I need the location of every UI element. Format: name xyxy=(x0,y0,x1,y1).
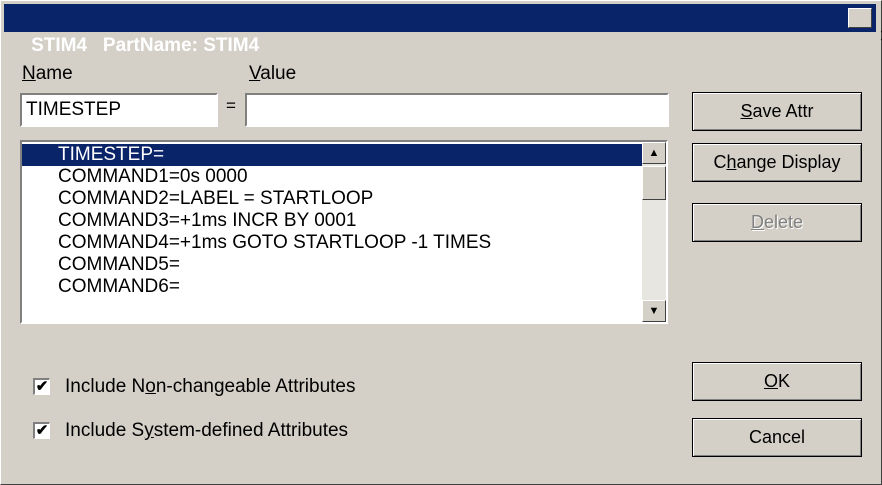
save-attr-button[interactable]: Save Attr xyxy=(692,92,862,131)
list-item[interactable]: COMMAND3=+1ms INCR BY 0001 xyxy=(22,210,642,232)
attributes-dialog: STIM4 PartName: STIM4 ✕ Name Value = TIM… xyxy=(0,0,882,485)
list-item[interactable]: COMMAND5= xyxy=(22,254,642,276)
ok-button[interactable]: OK xyxy=(692,362,862,401)
list-item[interactable]: COMMAND1=0s 0000 xyxy=(22,166,642,188)
list-item[interactable]: COMMAND4=+1ms GOTO STARTLOOP -1 TIMES xyxy=(22,232,642,254)
equals-sign: = xyxy=(226,96,236,115)
list-scrollbar[interactable]: ▲ ▼ xyxy=(642,142,666,322)
name-label: Name xyxy=(22,63,73,84)
attribute-list[interactable]: TIMESTEP= COMMAND1=0s 0000 COMMAND2=LABEL … xyxy=(20,140,668,324)
cancel-button[interactable]: Cancel xyxy=(692,418,862,457)
list-item[interactable]: COMMAND6= xyxy=(22,276,642,298)
change-display-button[interactable]: Change Display xyxy=(692,143,862,182)
close-button[interactable]: ✕ xyxy=(848,8,882,45)
non-changeable-checkbox[interactable]: ✔ xyxy=(33,378,50,395)
scroll-up-button[interactable]: ▲ xyxy=(642,142,666,164)
checkmark-icon: ✔ xyxy=(35,422,49,439)
scroll-down-button[interactable]: ▼ xyxy=(642,300,666,322)
delete-button[interactable]: Delete xyxy=(692,203,862,242)
system-defined-label[interactable]: Include System-defined Attributes xyxy=(65,420,348,442)
value-input[interactable] xyxy=(245,93,669,127)
window-title: STIM4 PartName: STIM4 xyxy=(31,35,260,56)
arrow-down-icon: ▼ xyxy=(648,305,660,317)
title-bar[interactable]: STIM4 PartName: STIM4 ✕ xyxy=(4,4,882,56)
checkmark-icon: ✔ xyxy=(35,378,49,395)
list-item[interactable]: COMMAND2=LABEL = STARTLOOP xyxy=(22,188,642,210)
scroll-thumb[interactable] xyxy=(642,166,666,200)
arrow-up-icon: ▲ xyxy=(648,147,660,159)
non-changeable-label[interactable]: Include Non-changeable Attributes xyxy=(65,376,356,398)
value-label: Value xyxy=(249,63,297,84)
name-input[interactable] xyxy=(20,93,218,127)
system-defined-checkbox[interactable]: ✔ xyxy=(33,422,50,439)
list-item[interactable]: TIMESTEP= xyxy=(22,144,642,166)
